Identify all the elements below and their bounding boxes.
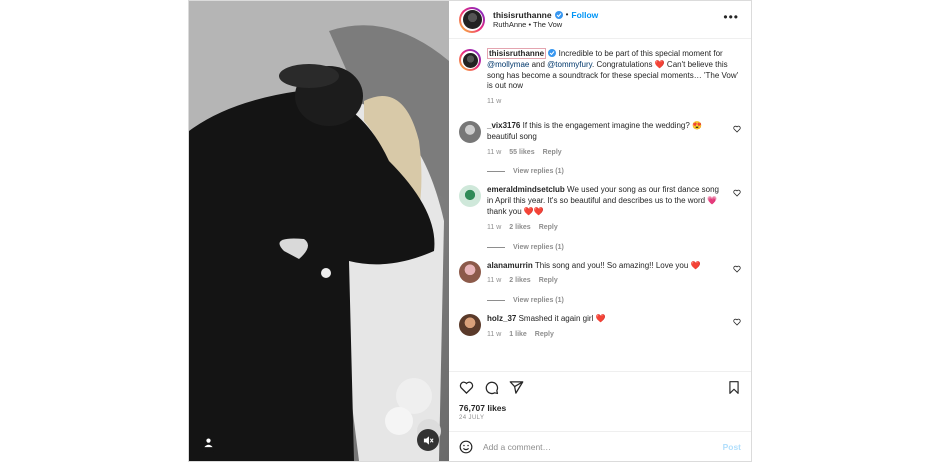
tag-user-icon[interactable] [197,431,219,453]
caption-time[interactable]: 11 w [487,97,501,108]
comment-input[interactable] [483,441,713,452]
comment-item: emeraldmindsetclub We used your song as … [459,185,741,233]
reply-button[interactable]: Reply [539,223,558,234]
comments-section[interactable]: thisisruthanne Incredible to be part of … [449,39,751,371]
comment-text: Smashed it again girl ❤️ [518,314,606,324]
couple-photo [189,1,449,461]
verified-badge-icon [554,10,563,19]
avatar[interactable] [459,120,481,143]
heart-icon[interactable] [733,318,741,326]
comment-item: holz_37 Smashed it again girl ❤️ 11 w 1 … [459,314,741,341]
header-subtitle[interactable]: RuthAnne • The Vow [493,20,598,29]
comment-icon[interactable] [484,380,499,395]
emoji-icon[interactable] [459,440,473,454]
add-comment-bar: Post [449,431,751,461]
post-caption: thisisruthanne Incredible to be part of … [459,48,741,108]
avatar[interactable] [459,49,481,71]
verified-badge-icon [548,49,557,57]
mention-link[interactable]: @tommyfury [547,60,592,69]
comment-likes[interactable]: 55 likes [509,148,534,159]
comment-username[interactable]: _vix3176 [487,121,520,130]
comment-likes[interactable]: 2 likes [509,223,530,234]
avatar[interactable] [459,260,481,283]
heart-icon[interactable] [459,380,474,395]
comment-time[interactable]: 11 w [487,148,501,159]
comment-item: _vix3176 If this is the engagement imagi… [459,120,741,159]
action-bar [449,371,751,403]
heart-icon[interactable] [733,189,741,197]
avatar[interactable] [459,6,485,33]
post-date[interactable]: 24 JULY [459,415,484,421]
header-username[interactable]: thisisruthanne [493,10,552,21]
more-options-icon[interactable]: ••• [723,11,739,23]
comment-time[interactable]: 11 w [487,223,501,234]
comment-text: If this is the engagement imagine the we… [487,120,703,141]
avatar[interactable] [459,185,481,208]
mention-link[interactable]: @mollymae [487,60,529,69]
view-replies-button[interactable]: View replies (1) [487,297,741,304]
follow-button[interactable]: Follow [571,10,598,21]
comment-text: This song and you!! So amazing!! Love yo… [534,260,701,270]
instagram-post: thisisruthanne • Follow RuthAnne • The V… [188,0,752,462]
comment-username[interactable]: alanamurrin [487,261,533,270]
heart-icon[interactable] [733,125,741,133]
post-header: thisisruthanne • Follow RuthAnne • The V… [449,1,751,39]
comment-likes[interactable]: 2 likes [509,276,530,287]
post-media[interactable] [189,1,449,461]
comment-username[interactable]: holz_37 [487,314,516,323]
audio-muted-icon[interactable] [417,429,439,451]
avatar[interactable] [459,314,481,337]
comment-likes[interactable]: 1 like [509,330,527,341]
share-icon[interactable] [509,380,524,395]
comment-username[interactable]: emeraldmindsetclub [487,185,565,194]
post-button[interactable]: Post [723,442,741,452]
reply-button[interactable]: Reply [539,276,558,287]
comment-time[interactable]: 11 w [487,330,501,341]
caption-username[interactable]: thisisruthanne [487,48,547,59]
reply-button[interactable]: Reply [543,148,562,159]
comment-item: alanamurrin This song and you!! So amazi… [459,260,741,288]
reply-button[interactable]: Reply [535,330,554,341]
bookmark-icon[interactable] [727,380,741,395]
post-sidebar: thisisruthanne • Follow RuthAnne • The V… [449,1,751,461]
comment-time[interactable]: 11 w [487,276,501,287]
likes-count[interactable]: 76,707 likes [459,403,506,413]
view-replies-button[interactable]: View replies (1) [487,168,741,175]
view-replies-button[interactable]: View replies (1) [487,244,741,251]
heart-icon[interactable] [733,265,741,273]
